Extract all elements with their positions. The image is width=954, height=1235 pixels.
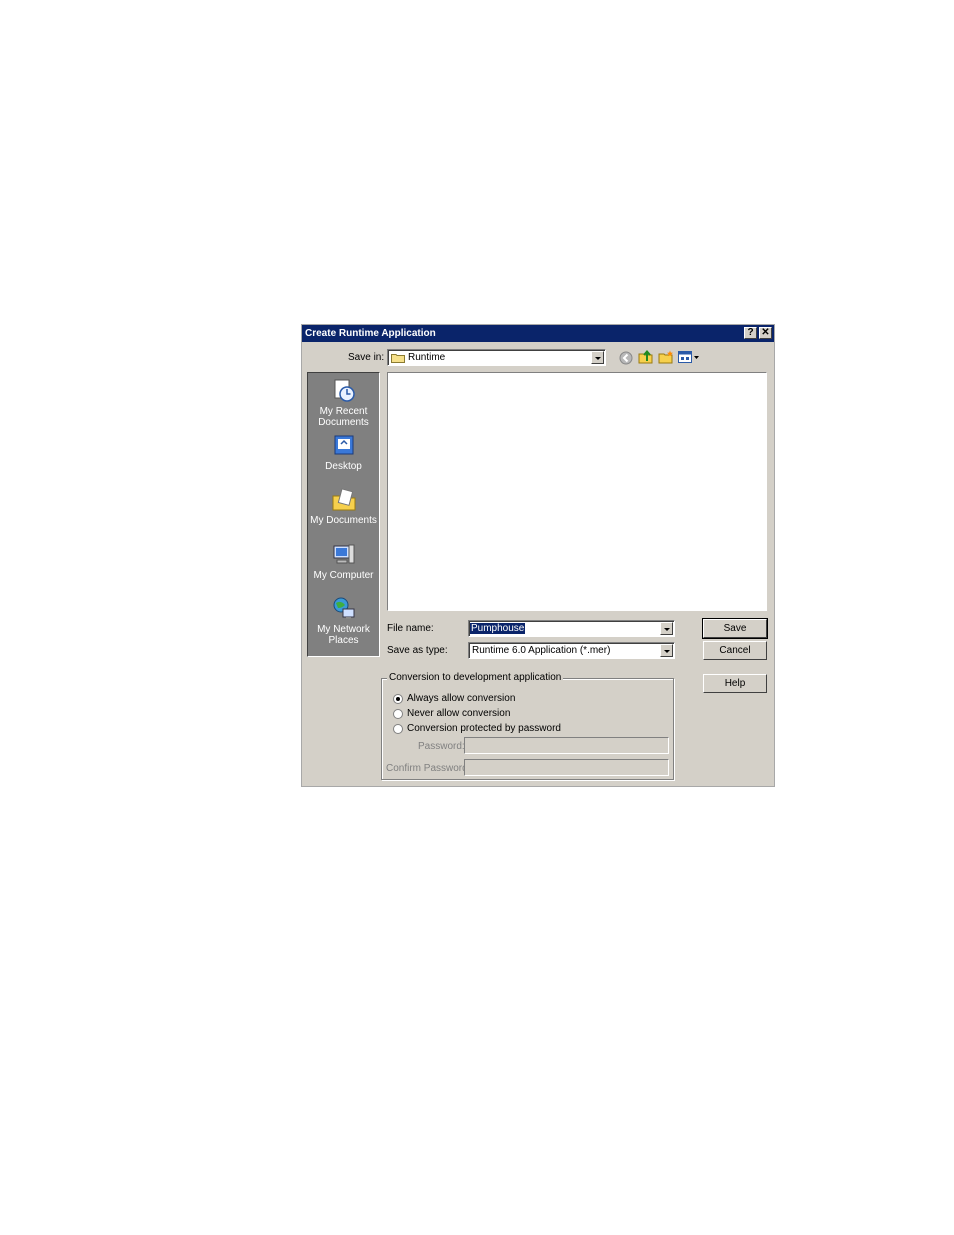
up-folder-icon[interactable] — [638, 349, 654, 368]
place-label: My Computer — [313, 570, 374, 581]
confirm-password-label: Confirm Password: — [386, 763, 471, 774]
save-in-label: Save in: — [348, 352, 385, 363]
chevron-down-icon[interactable] — [660, 622, 673, 635]
title-bar: Create Runtime Application ? ✕ — [302, 325, 774, 342]
cancel-button[interactable]: Cancel — [703, 641, 767, 660]
confirm-password-input[interactable] — [464, 759, 669, 776]
back-icon[interactable] — [619, 351, 633, 368]
place-label: Places — [328, 635, 359, 646]
conversion-group: Conversion to development application Al… — [381, 672, 674, 780]
views-menu-icon[interactable] — [678, 350, 700, 367]
conversion-protected-radio[interactable] — [393, 724, 403, 734]
conversion-group-title: Conversion to development application — [387, 672, 564, 683]
recent-documents-icon — [331, 378, 357, 404]
dialog-title: Create Runtime Application — [305, 328, 436, 339]
file-name-value: Pumphouse — [470, 623, 526, 634]
my-documents-icon — [331, 487, 357, 513]
never-allow-conversion-label: Never allow conversion — [407, 708, 511, 719]
save-as-type-label: Save as type: — [387, 645, 448, 656]
place-my-recent-documents[interactable]: My Recent Documents — [308, 378, 379, 428]
network-places-icon — [331, 596, 357, 622]
chevron-down-icon[interactable] — [591, 351, 604, 364]
place-desktop[interactable]: Desktop — [308, 433, 379, 472]
place-label: My Documents — [310, 515, 377, 526]
save-button[interactable]: Save — [702, 618, 768, 639]
close-button[interactable]: ✕ — [759, 327, 772, 339]
help-button[interactable]: Help — [703, 674, 767, 693]
always-allow-conversion-label: Always allow conversion — [407, 693, 516, 704]
file-name-label: File name: — [387, 623, 434, 634]
always-allow-conversion-radio[interactable] — [393, 694, 403, 704]
save-in-dropdown[interactable]: Runtime — [387, 349, 606, 366]
place-my-network-places[interactable]: My Network Places — [308, 596, 379, 646]
place-label: My Recent — [319, 406, 368, 417]
new-folder-icon[interactable] — [658, 350, 674, 367]
save-in-value: Runtime — [408, 352, 446, 363]
create-runtime-application-dialog: Create Runtime Application ? ✕ Save in: … — [301, 324, 775, 787]
chevron-down-icon[interactable] — [660, 644, 673, 657]
folder-icon — [391, 353, 405, 366]
never-allow-conversion-radio[interactable] — [393, 709, 403, 719]
conversion-protected-label: Conversion protected by password — [407, 723, 561, 734]
help-title-button[interactable]: ? — [744, 327, 757, 339]
password-label: Password: — [418, 741, 465, 752]
place-label: Documents — [318, 417, 369, 428]
save-as-type-dropdown[interactable]: Runtime 6.0 Application (*.mer) — [468, 642, 675, 659]
places-bar: My Recent Documents Desktop My Documents… — [307, 372, 380, 657]
place-label: Desktop — [325, 461, 362, 472]
save-as-type-value: Runtime 6.0 Application (*.mer) — [472, 645, 611, 656]
file-list[interactable] — [387, 372, 767, 611]
desktop-icon — [331, 433, 357, 459]
place-my-documents[interactable]: My Documents — [308, 487, 379, 526]
my-computer-icon — [331, 542, 357, 568]
place-label: My Network — [317, 624, 370, 635]
password-input[interactable] — [464, 737, 669, 754]
file-name-input[interactable]: Pumphouse — [468, 620, 675, 637]
place-my-computer[interactable]: My Computer — [308, 542, 379, 581]
